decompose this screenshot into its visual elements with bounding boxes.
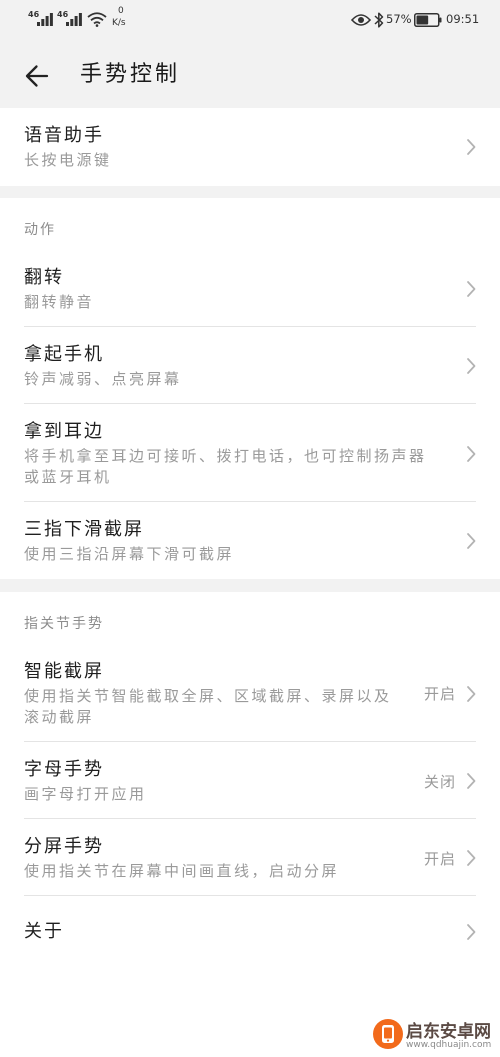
item-text: 分屏手势 使用指关节在屏幕中间画直线，启动分屏 [24, 834, 416, 882]
item-subtitle: 使用三指沿屏幕下滑可截屏 [24, 545, 235, 563]
chevron-right-icon [467, 139, 476, 155]
item-text: 三指下滑截屏 使用三指沿屏幕下滑可截屏 [24, 517, 456, 565]
chevron-right-icon [467, 685, 476, 702]
section-gap [0, 186, 500, 198]
knuckle-item-split-screen[interactable]: 分屏手势 使用指关节在屏幕中间画直线，启动分屏 开启 [0, 819, 500, 896]
item-subtitle: 将手机拿至耳边可接听、拨打电话，也可控制扬声器或蓝牙耳机 [24, 447, 427, 486]
item-title: 字母手势 [24, 759, 104, 780]
status-bar: 46 46 0 K/s 57% 09:51 [0, 0, 500, 40]
back-arrow-icon [25, 65, 49, 87]
section-gap [0, 579, 500, 592]
item-subtitle: 铃声减弱、点亮屏幕 [24, 370, 182, 388]
action-item-raise-to-ear[interactable]: 拿到耳边 将手机拿至耳边可接听、拨打电话，也可控制扬声器或蓝牙耳机 [0, 404, 500, 502]
battery-level-fill [416, 15, 429, 25]
signal-icon [66, 13, 82, 26]
chevron-right-icon [467, 281, 476, 297]
chevron-right-icon [467, 924, 476, 940]
item-text: 智能截屏 使用指关节智能截取全屏、区域截屏、录屏以及滚动截屏 [24, 659, 416, 728]
eye-icon [351, 14, 371, 26]
net-speed-value: 0 [118, 6, 124, 16]
section-title-knuckle: 指关节手势 [24, 616, 104, 632]
item-subtitle: 使用指关节智能截取全屏、区域截屏、录屏以及滚动截屏 [24, 687, 392, 726]
watermark: 启东安卓网 www.qdhuajin.com [370, 1016, 498, 1056]
signal-icon [37, 13, 53, 26]
item-text: 字母手势 画字母打开应用 [24, 757, 416, 805]
chevron-right-icon [467, 850, 476, 866]
battery-percent: 57% [386, 12, 412, 26]
page-title: 手势控制 [80, 62, 181, 87]
item-title: 拿起手机 [24, 344, 104, 365]
knuckle-gestures-section: 指关节手势 智能截屏 使用指关节智能截取全屏、区域截屏、录屏以及滚动截屏 开启 … [0, 592, 500, 968]
chevron-right-icon [467, 358, 476, 374]
item-title: 拿到耳边 [24, 421, 104, 442]
net-speed-unit: K/s [112, 18, 126, 28]
wifi-icon [87, 12, 107, 27]
item-text: 拿起手机 铃声减弱、点亮屏幕 [24, 342, 456, 390]
item-title: 智能截屏 [24, 661, 104, 682]
back-button[interactable] [22, 61, 52, 91]
item-text: 翻转 翻转静音 [24, 265, 456, 313]
item-text: 拿到耳边 将手机拿至耳边可接听、拨打电话，也可控制扬声器或蓝牙耳机 [24, 419, 456, 488]
item-text: 语音助手 长按电源键 [24, 123, 456, 171]
chevron-right-icon [467, 445, 476, 462]
watermark-site-name: 启东安卓网 [406, 1022, 491, 1042]
item-title: 三指下滑截屏 [24, 519, 144, 540]
voice-assistant-card: 语音助手 长按电源键 [0, 108, 500, 186]
status-value: 开启 [423, 685, 456, 703]
item-title: 翻转 [24, 267, 64, 288]
action-item-flip[interactable]: 翻转 翻转静音 [0, 250, 500, 327]
item-title: 关于 [24, 921, 64, 942]
action-item-three-finger-screenshot[interactable]: 三指下滑截屏 使用三指沿屏幕下滑可截屏 [0, 502, 500, 579]
chevron-right-icon [467, 533, 476, 549]
knuckle-item-smart-screenshot[interactable]: 智能截屏 使用指关节智能截取全屏、区域截屏、录屏以及滚动截屏 开启 [0, 644, 500, 742]
app-header: 手势控制 [0, 40, 500, 108]
watermark-logo-icon [373, 1019, 403, 1049]
item-subtitle: 翻转静音 [24, 293, 95, 311]
about-item[interactable]: 关于 [0, 896, 500, 968]
section-title-actions: 动作 [24, 222, 56, 238]
item-title: 分屏手势 [24, 836, 104, 857]
item-text: 关于 [24, 919, 456, 945]
item-subtitle: 画字母打开应用 [24, 785, 147, 803]
knuckle-item-letter-gestures[interactable]: 字母手势 画字母打开应用 关闭 [0, 742, 500, 819]
battery-icon [414, 13, 442, 27]
clock: 09:51 [446, 12, 480, 26]
item-subtitle: 长按电源键 [24, 151, 112, 169]
actions-section: 动作 翻转 翻转静音 拿起手机 铃声减弱、点亮屏幕 拿到耳边 将手机拿至耳边可接… [0, 198, 500, 579]
item-subtitle: 使用指关节在屏幕中间画直线，启动分屏 [24, 862, 340, 880]
action-item-pick-up[interactable]: 拿起手机 铃声减弱、点亮屏幕 [0, 327, 500, 404]
voice-assistant-item[interactable]: 语音助手 长按电源键 [0, 108, 500, 186]
bluetooth-icon [374, 12, 384, 28]
item-title: 语音助手 [24, 125, 104, 146]
chevron-right-icon [467, 773, 476, 789]
status-value: 关闭 [423, 772, 456, 791]
status-value: 开启 [423, 849, 456, 868]
watermark-url: www.qdhuajin.com [406, 1040, 492, 1050]
